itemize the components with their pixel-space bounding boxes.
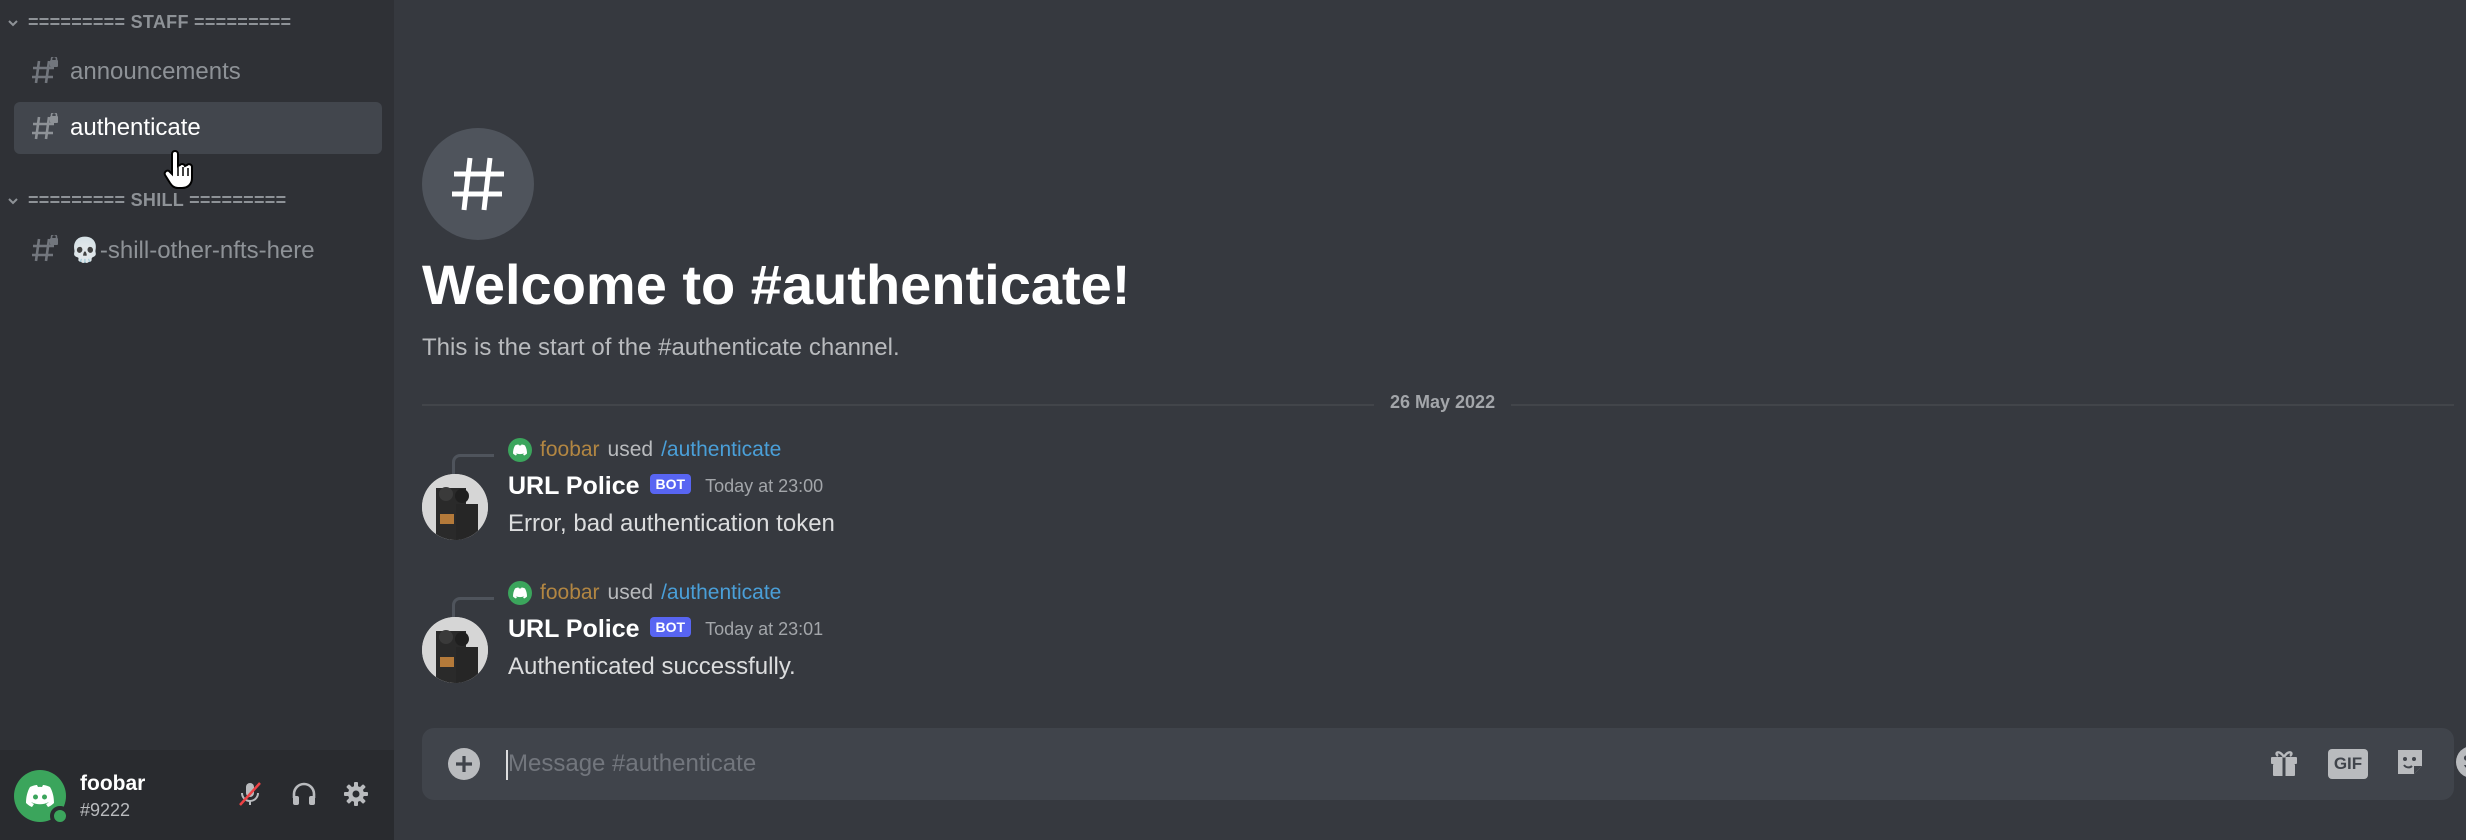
locked-channel-hash-icon [30, 111, 60, 143]
gif-button[interactable]: GIF [2328, 744, 2368, 784]
gift-icon [2267, 745, 2301, 784]
slash-command-link[interactable]: /authenticate [661, 438, 781, 462]
gear-icon [342, 780, 370, 813]
chevron-down-icon [6, 16, 20, 30]
chat-area: Welcome to #authenticate! This is the st… [394, 0, 2466, 840]
bot-badge: BOT [649, 616, 692, 637]
deafen-button[interactable] [286, 778, 322, 814]
channel-label: 💀-shill-other-nfts-here [70, 236, 315, 264]
channel-sidebar: ========= STAFF ========= announcements … [0, 0, 394, 840]
reply-username[interactable]: foobar [540, 581, 600, 605]
reply-used-text: used [607, 438, 654, 461]
channel-item-announcements[interactable]: announcements [14, 46, 382, 98]
channel-label: authenticate [70, 114, 201, 141]
welcome-subtitle: This is the start of the #authenticate c… [422, 334, 900, 361]
upload-button[interactable] [446, 746, 482, 782]
mic-muted-icon [236, 780, 264, 813]
channel-hash-icon [422, 128, 534, 240]
bot-badge: BOT [649, 473, 692, 494]
user-panel: foobar #9222 [0, 750, 394, 840]
username: foobar [80, 772, 146, 795]
date-divider-label: 26 May 2022 [1374, 392, 1512, 413]
category-label: ========= SHILL ========= [28, 190, 287, 210]
channel-item-authenticate[interactable]: authenticate [14, 102, 382, 154]
online-status-dot [50, 806, 70, 826]
sticker-icon [2393, 745, 2427, 784]
chevron-down-icon [6, 194, 20, 208]
discord-logo-icon [508, 581, 532, 605]
reply-username[interactable]: foobar [540, 438, 600, 462]
emoji-button[interactable] [2452, 744, 2466, 784]
reply-used-text: used [607, 581, 654, 604]
category-staff[interactable]: ========= STAFF ========= [6, 12, 291, 33]
gif-label: GIF [2333, 754, 2363, 773]
headphones-icon [290, 780, 318, 813]
avatar[interactable] [14, 770, 70, 826]
channel-label: announcements [70, 58, 241, 85]
message-content: Error, bad authentication token [508, 510, 835, 537]
emoji-icon [2454, 744, 2466, 785]
mute-microphone-button[interactable] [232, 778, 268, 814]
add-icon [446, 748, 482, 786]
bot-avatar[interactable] [422, 617, 488, 683]
command-reply-reference: foobar used /authenticate [508, 581, 781, 605]
category-shill[interactable]: ========= SHILL ========= [6, 190, 286, 211]
message-header: URL Police BOT Today at 23:01 [508, 615, 823, 644]
category-label: ========= STAFF ========= [28, 12, 292, 32]
gift-button[interactable] [2264, 744, 2304, 784]
message-input[interactable] [508, 742, 2008, 786]
sticker-button[interactable] [2390, 744, 2430, 784]
discord-logo-icon [508, 438, 532, 462]
message-author[interactable]: URL Police [508, 472, 640, 501]
channel-item-shill-other-nfts-here[interactable]: 💀-shill-other-nfts-here [14, 224, 382, 276]
message-timestamp: Today at 23:00 [705, 476, 824, 496]
bot-avatar[interactable] [422, 474, 488, 540]
user-settings-button[interactable] [338, 778, 374, 814]
hand-cursor-icon [162, 150, 196, 190]
gif-icon: GIF [2328, 749, 2368, 779]
welcome-title: Welcome to #authenticate! [422, 253, 1131, 316]
message-header: URL Police BOT Today at 23:00 [508, 472, 823, 501]
slash-command-link[interactable]: /authenticate [661, 581, 781, 605]
command-reply-reference: foobar used /authenticate [508, 438, 781, 462]
message-author[interactable]: URL Police [508, 615, 640, 644]
message-composer: GIF [422, 728, 2466, 800]
locked-channel-hash-icon [30, 233, 60, 265]
message-content: Authenticated successfully. [508, 653, 796, 680]
user-discriminator: #9222 [80, 800, 131, 820]
locked-channel-hash-icon [30, 55, 60, 87]
message-timestamp: Today at 23:01 [705, 619, 824, 639]
